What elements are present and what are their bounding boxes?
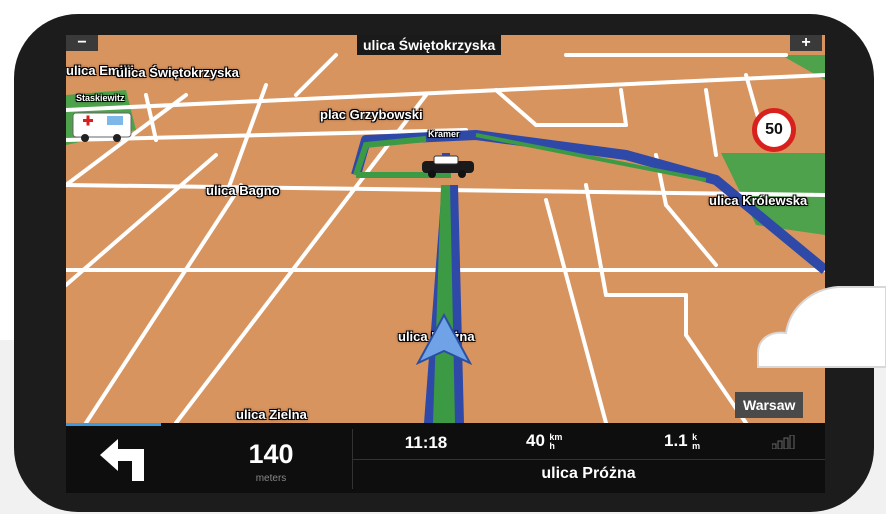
cloud-icon	[757, 286, 886, 368]
police-car-icon	[422, 153, 474, 178]
city-badge: Warsaw	[735, 392, 804, 418]
signal-strength-icon	[772, 435, 795, 449]
map-label-street-5: ulica Królewska	[709, 193, 808, 208]
speed-limit-sign: 50	[752, 108, 796, 152]
remaining-display: 1.1 k m	[664, 431, 724, 451]
ambulance-icon	[72, 112, 132, 142]
distance-unit: meters	[255, 473, 287, 484]
speed-display: 40 km h	[526, 431, 606, 451]
distance-value: 140	[248, 439, 294, 469]
speed-unit-bottom: h	[549, 441, 555, 451]
divider	[352, 459, 825, 460]
remaining-value: 1.1	[664, 431, 688, 450]
current-street: ulica Próżna	[541, 465, 636, 482]
map-label-street-3: Staskiewitz	[76, 93, 125, 103]
route-progress-bar	[66, 423, 161, 426]
zoom-out-button[interactable]: −	[66, 35, 98, 51]
position-arrow-icon	[416, 313, 472, 365]
speed-value: 40	[526, 431, 545, 450]
turn-left-icon	[100, 439, 144, 481]
navigation-screen: ulica Świętokrzyska − + ulica Emilii uli…	[66, 35, 825, 493]
map-label-street-2: ulica Świętokrzyska	[116, 65, 239, 80]
time-value: 11:18	[404, 433, 448, 452]
map-label-street-7: ulica Zielna	[236, 407, 307, 422]
map-label-street-4: ulica Bagno	[206, 183, 280, 198]
remaining-unit-bottom: m	[692, 441, 701, 451]
map-label-square: plac Grzybowski	[320, 107, 423, 122]
bottom-bar: 140 meters 11:18 40 km h 1.1 k m ulica P…	[66, 423, 825, 493]
top-street-label: ulica Świętokrzyska	[357, 35, 502, 55]
map-label-poi: Kramer	[428, 129, 460, 139]
zoom-in-button[interactable]: +	[790, 35, 822, 51]
